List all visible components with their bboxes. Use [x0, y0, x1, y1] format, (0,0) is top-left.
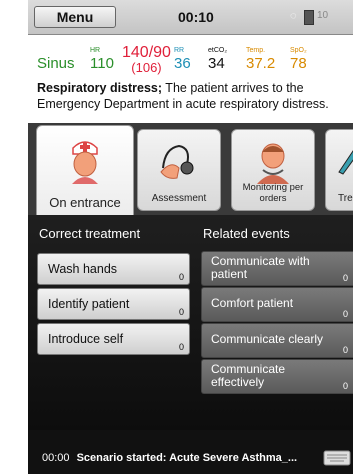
treatment-label: Wash hands [48, 262, 118, 276]
treatment-item-wash-hands[interactable]: Wash hands 0 [37, 253, 190, 285]
etco2-vital: etCO₂ 34 [208, 47, 227, 73]
temp-vital: Temp. 37.2 [246, 47, 275, 73]
hr-label: HR [90, 47, 101, 54]
app-screen: Menu 00:10 ◌ 10 Sinus HR 110 140/90 (106… [28, 0, 353, 474]
spo2-value: 78 [290, 55, 307, 72]
event-log-bar: 00:00 Scenario started: Acute Severe Ast… [28, 430, 353, 474]
hr-vital: HR 110 [90, 47, 114, 73]
event-log-entry[interactable]: 00:00 Scenario started: Acute Severe Ast… [42, 452, 297, 464]
status-bar: Menu 00:10 ◌ 10 [28, 0, 353, 35]
phase-tabs: On entrance Assessment Monitoring per or… [28, 123, 353, 216]
tab-label: Tre [338, 193, 353, 204]
action-lists: Correct treatment Related events Wash ha… [28, 215, 353, 430]
hr-value: 110 [90, 55, 114, 72]
event-count: 0 [342, 345, 348, 355]
treatment-count: 0 [178, 307, 184, 317]
treatment-item-identify-patient[interactable]: Identify patient 0 [37, 288, 190, 320]
treatment-label: Identify patient [48, 297, 130, 311]
treatment-icon [338, 150, 353, 175]
etco2-label: etCO₂ [208, 47, 228, 54]
tab-on-entrance[interactable]: On entrance [36, 125, 134, 216]
rr-value: 36 [174, 55, 191, 72]
monitoring-icon [257, 143, 289, 184]
nurse-icon [72, 141, 98, 184]
treatment-label: Introduce self [48, 332, 124, 346]
tab-label: On entrance [49, 195, 121, 210]
event-label: Communicate with patient [211, 254, 310, 281]
keyboard-icon[interactable] [323, 448, 351, 466]
etco2-value: 34 [208, 55, 225, 72]
event-item-comfort-patient[interactable]: Comfort patient 0 [201, 287, 353, 322]
tab-assessment[interactable]: Assessment [137, 129, 221, 211]
event-label: Communicate effectively [211, 362, 286, 389]
treatment-count: 0 [178, 272, 184, 282]
wifi-icon: ◌ [290, 10, 297, 22]
bp-mean: (106) [131, 60, 162, 75]
log-time: 00:00 [42, 452, 70, 464]
spo2-vital: SpO₂ 78 [290, 47, 307, 73]
stethoscope-icon [160, 144, 194, 179]
event-count: 0 [342, 273, 348, 283]
treatment-count: 0 [178, 342, 184, 352]
battery-level: 10 [317, 10, 329, 21]
rr-vital: RR 36 [174, 47, 191, 73]
spo2-label: SpO₂ [290, 47, 307, 54]
bp-vital: 140/90 (106) [122, 45, 171, 75]
temp-label: Temp. [246, 47, 266, 54]
temp-value: 37.2 [246, 55, 276, 72]
tab-label: Assessment [151, 193, 207, 204]
events-header: Related events [203, 226, 290, 241]
tab-monitoring[interactable]: Monitoring per orders [231, 129, 315, 211]
event-item-communicate-with-patient[interactable]: Communicate with patient 0 [201, 251, 353, 286]
treatment-item-introduce-self[interactable]: Introduce self 0 [37, 323, 190, 355]
rr-label: RR [174, 47, 185, 54]
event-label: Comfort patient [211, 296, 294, 310]
description-title: Respiratory distress; [37, 81, 163, 95]
rhythm-value: Sinus [37, 55, 75, 72]
treatment-header: Correct treatment [39, 226, 141, 241]
event-label: Communicate clearly [211, 332, 324, 346]
scenario-description: Respiratory distress; The patient arrive… [37, 80, 353, 112]
event-count: 0 [342, 309, 348, 319]
bp-value: 140/90 [122, 44, 171, 61]
scenario-clock: 00:10 [178, 9, 214, 25]
event-count: 0 [342, 381, 348, 391]
tab-label: Monitoring per orders [242, 182, 304, 204]
menu-button[interactable]: Menu [34, 6, 116, 28]
tab-treatment[interactable]: Tre [325, 129, 353, 211]
event-item-communicate-effectively[interactable]: Communicate effectively 0 [201, 359, 353, 394]
log-text: Scenario started: Acute Severe Asthma_..… [76, 452, 298, 464]
battery-icon [304, 10, 314, 25]
event-item-communicate-clearly[interactable]: Communicate clearly 0 [201, 323, 353, 358]
patient-info-panel: Sinus HR 110 140/90 (106) RR 36 etCO₂ 34… [28, 35, 353, 123]
